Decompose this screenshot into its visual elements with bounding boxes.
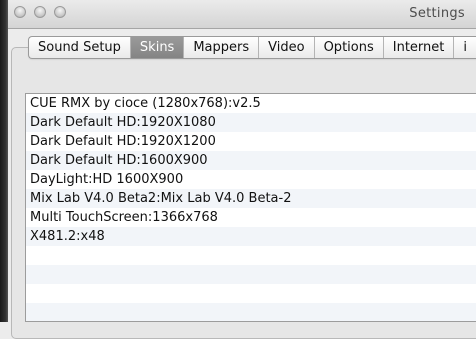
tab-skins[interactable]: Skins <box>130 37 185 58</box>
tab-video[interactable]: Video <box>259 37 315 58</box>
list-item[interactable]: Dark Default HD:1920X1080 <box>26 113 476 132</box>
tab-internet[interactable]: Internet <box>384 37 455 58</box>
list-item[interactable]: Mix Lab V4.0 Beta2:Mix Lab V4.0 Beta-2 <box>26 189 476 208</box>
tab-options[interactable]: Options <box>315 37 384 58</box>
background-window-edge <box>0 0 8 322</box>
zoom-button[interactable] <box>54 6 66 18</box>
list-item-empty <box>26 303 476 321</box>
list-item-empty <box>26 284 476 303</box>
tab-bar: Sound Setup Skins Mappers Video Options … <box>28 36 476 59</box>
list-item[interactable]: Dark Default HD:1600X900 <box>26 151 476 170</box>
list-item-empty <box>26 265 476 284</box>
list-item[interactable]: CUE RMX by cioce (1280x768):v2.5 <box>26 94 476 113</box>
tab-sound-setup[interactable]: Sound Setup <box>29 37 131 58</box>
window-title: Settings <box>409 6 465 21</box>
list-item[interactable]: Dark Default HD:1920X1200 <box>26 132 476 151</box>
close-button[interactable] <box>14 6 26 18</box>
list-item[interactable]: DayLight:HD 1600X900 <box>26 170 476 189</box>
skins-list[interactable]: CUE RMX by cioce (1280x768):v2.5 Dark De… <box>25 93 476 322</box>
list-item[interactable]: X481.2:x48 <box>26 227 476 246</box>
tab-mappers[interactable]: Mappers <box>184 37 260 58</box>
tab-more[interactable]: i <box>454 37 476 58</box>
title-bar[interactable]: Settings <box>8 0 476 29</box>
minimize-button[interactable] <box>34 6 46 18</box>
list-item[interactable]: Multi TouchScreen:1366x768 <box>26 208 476 227</box>
list-item-empty <box>26 246 476 265</box>
